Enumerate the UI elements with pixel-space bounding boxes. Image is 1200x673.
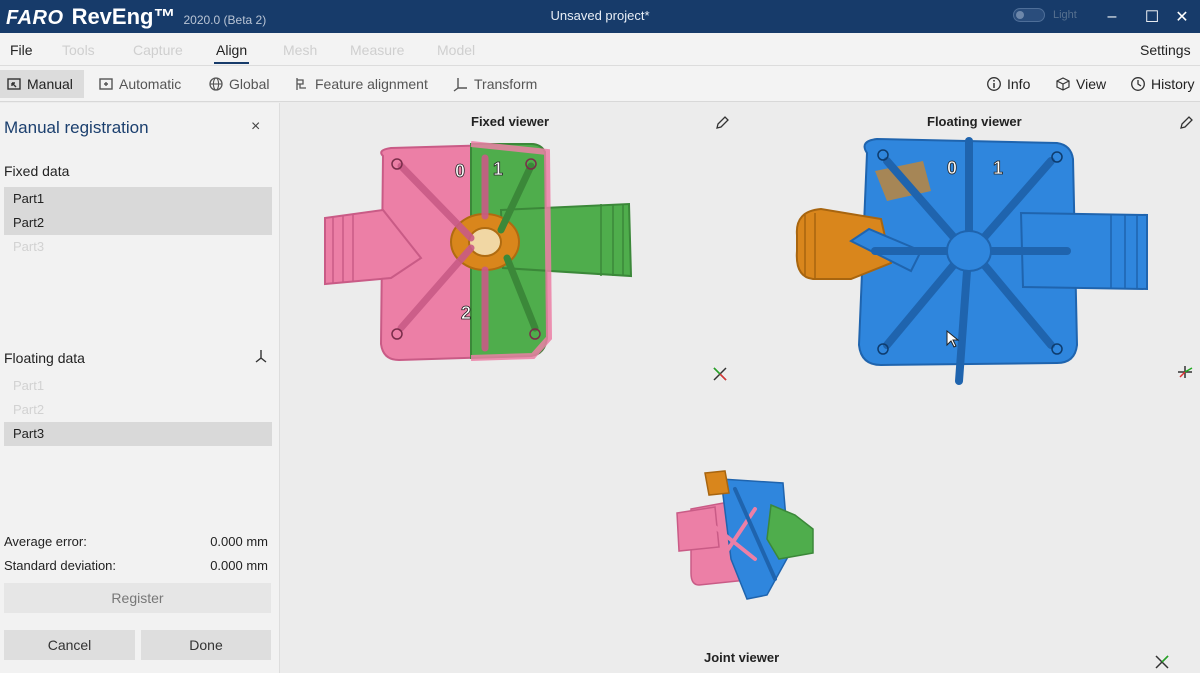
floating-item-part2[interactable]: Part2 <box>4 398 272 422</box>
average-error-label: Average error: <box>4 534 87 549</box>
std-deviation-value: 0.000 mm <box>210 558 268 573</box>
register-button[interactable]: Register <box>4 583 271 613</box>
joint-green-part <box>766 503 814 560</box>
info-icon <box>987 77 1001 91</box>
manual-label: Manual <box>27 76 73 92</box>
menu-model[interactable]: Model <box>437 42 475 58</box>
automatic-icon <box>99 78 113 90</box>
average-error-row: Average error: 0.000 mm <box>4 534 268 549</box>
view-label: View <box>1076 76 1107 92</box>
minimize-button[interactable]: – <box>1094 0 1130 33</box>
transform-button[interactable]: Transform <box>447 70 543 98</box>
toggle-track[interactable] <box>1013 8 1045 22</box>
light-label: Light <box>1053 9 1077 21</box>
product-name: RevEng™ <box>71 4 176 29</box>
menu-capture[interactable]: Capture <box>133 42 183 58</box>
brand-name: FARO <box>6 7 64 29</box>
close-window-button[interactable]: ✕ <box>1164 0 1200 33</box>
std-deviation-row: Standard deviation: 0.000 mm <box>4 558 268 573</box>
fixed-item-part2[interactable]: Part2 <box>4 211 272 235</box>
menu-align[interactable]: Align <box>213 42 250 64</box>
transform-icon <box>453 78 467 92</box>
transform-label: Transform <box>474 76 538 92</box>
info-label: Info <box>1007 76 1031 92</box>
joint-viewer-title: Joint viewer <box>704 650 780 665</box>
fixed-viewer-title: Fixed viewer <box>471 114 550 129</box>
title-bar: FARO RevEng™ 2020.0 (Beta 2) Unsaved pro… <box>0 0 1200 33</box>
view-cube-icon <box>1056 77 1070 91</box>
floating-marker-0: 0 <box>947 158 957 178</box>
menu-file[interactable]: File <box>10 42 33 58</box>
fixed-viewer-model[interactable]: 0 1 2 <box>321 138 641 368</box>
automatic-label: Automatic <box>119 76 182 92</box>
floating-viewer-edit-icon[interactable] <box>1178 115 1194 131</box>
menu-measure[interactable]: Measure <box>350 42 404 58</box>
floating-data-list: Part1 Part2 Part3 <box>4 374 272 446</box>
manual-icon <box>7 78 21 90</box>
feature-alignment-button[interactable]: Feature alignment <box>288 70 434 98</box>
history-label: History <box>1151 76 1195 92</box>
feature-alignment-label: Feature alignment <box>315 76 428 92</box>
automatic-button[interactable]: Automatic <box>92 70 187 98</box>
history-icon <box>1131 77 1145 91</box>
viewport-area[interactable]: Fixed viewer 0 1 2 Floating viewer 0 1 J… <box>281 103 1200 673</box>
globe-icon <box>209 77 223 91</box>
light-theme-toggle[interactable]: Light <box>1013 8 1077 22</box>
average-error-value: 0.000 mm <box>210 534 268 549</box>
global-label: Global <box>229 76 270 92</box>
fixed-viewer-axis-triad-icon <box>713 367 727 381</box>
toolbar: Manual Automatic Global Feature alignmen… <box>0 66 1200 102</box>
menu-mesh[interactable]: Mesh <box>283 42 317 58</box>
fixed-item-part1[interactable]: Part1 <box>4 187 272 211</box>
floating-viewer-title: Floating viewer <box>927 114 1022 129</box>
manual-registration-panel: Manual registration × Fixed data Part1 P… <box>0 103 280 673</box>
feature-alignment-icon <box>296 78 306 90</box>
floating-data-label: Floating data <box>4 350 85 366</box>
floating-marker-1: 1 <box>993 158 1003 178</box>
fixed-data-list: Part1 Part2 Part3 <box>4 187 272 259</box>
fixed-marker-0: 0 <box>455 161 465 181</box>
app-logo: FARO RevEng™ 2020.0 (Beta 2) <box>6 4 266 30</box>
part2-green-pipe <box>499 202 633 278</box>
floating-viewer-model[interactable]: 0 1 <box>791 131 1151 386</box>
view-button[interactable]: View <box>1049 70 1112 98</box>
close-icon[interactable]: × <box>251 118 260 136</box>
menu-settings[interactable]: Settings <box>1140 42 1191 58</box>
fixed-marker-2: 2 <box>461 303 471 323</box>
history-button[interactable]: History <box>1124 70 1200 98</box>
menu-tools[interactable]: Tools <box>62 42 95 58</box>
floating-item-part1[interactable]: Part1 <box>4 374 272 398</box>
fixed-marker-1: 1 <box>493 159 503 179</box>
floating-viewer-axis-triad-icon <box>1178 366 1193 378</box>
done-button[interactable]: Done <box>141 630 271 660</box>
panel-title: Manual registration <box>4 118 149 137</box>
app-version: 2020.0 (Beta 2) <box>183 13 267 27</box>
floating-item-part3[interactable]: Part3 <box>4 422 272 446</box>
cancel-button[interactable]: Cancel <box>4 630 135 660</box>
info-button[interactable]: Info <box>980 70 1036 98</box>
joint-viewer-model[interactable] <box>675 469 815 603</box>
global-button[interactable]: Global <box>202 70 275 98</box>
fixed-data-label: Fixed data <box>4 163 70 179</box>
fixed-item-part3[interactable]: Part3 <box>4 235 272 259</box>
joint-viewer-axis-triad-icon <box>1155 655 1169 669</box>
axis-icon[interactable] <box>254 349 268 363</box>
std-deviation-label: Standard deviation: <box>4 558 117 573</box>
menu-bar: File Tools Capture Align Mesh Measure Mo… <box>0 33 1200 66</box>
manual-button[interactable]: Manual <box>0 70 84 98</box>
fixed-viewer-edit-icon[interactable] <box>714 115 730 131</box>
